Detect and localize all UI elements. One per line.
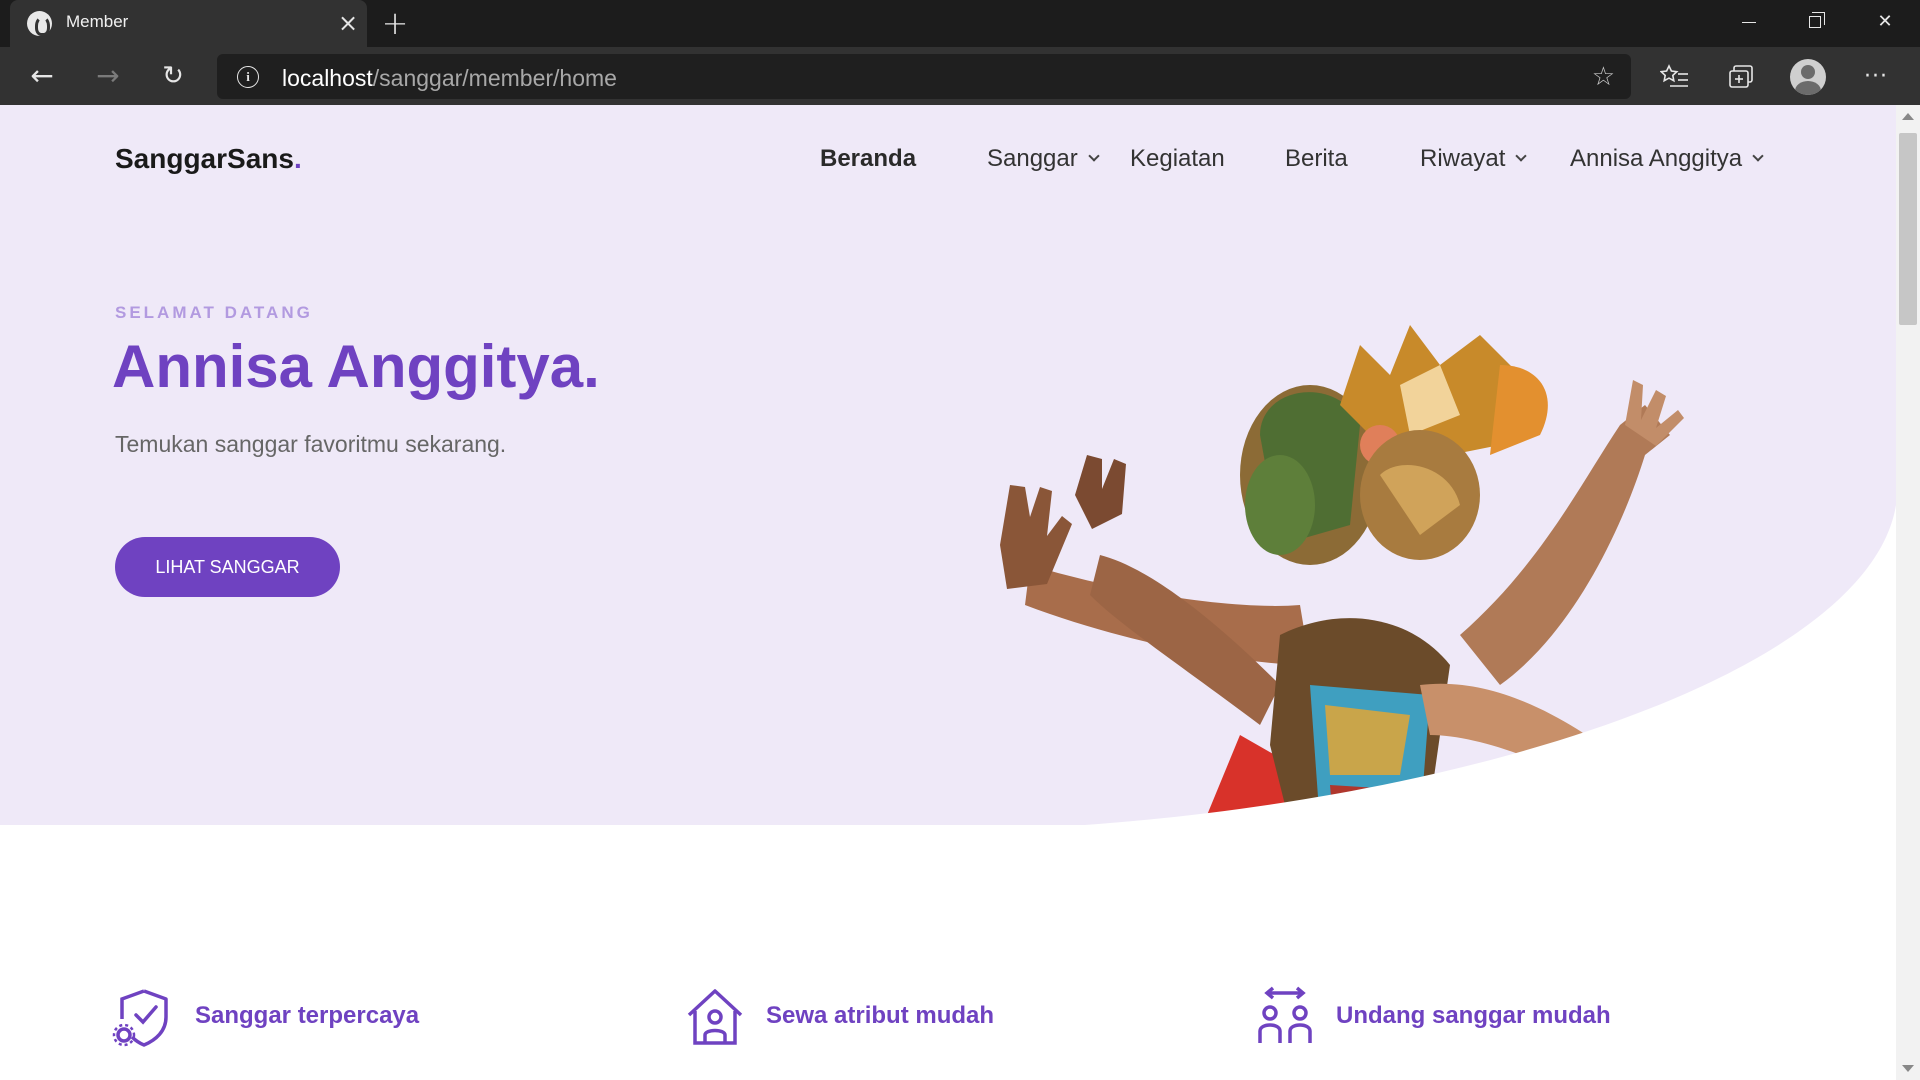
minimize-icon xyxy=(1742,21,1756,23)
nav-riwayat[interactable]: Riwayat xyxy=(1420,145,1528,173)
hero-subtitle: Temukan sanggar favoritmu sekarang. xyxy=(115,431,507,457)
people-arrows-icon xyxy=(1258,986,1312,1043)
feature-label: Undang sanggar mudah xyxy=(1336,1002,1611,1029)
shield-check-icon xyxy=(112,989,168,1047)
house-person-icon xyxy=(687,989,743,1045)
favorites-icon[interactable] xyxy=(1657,59,1693,95)
lihat-sanggar-button[interactable]: LIHAT SANGGAR xyxy=(115,537,340,597)
profile-avatar[interactable] xyxy=(1790,59,1826,95)
reload-button[interactable]: ↻ xyxy=(154,58,192,96)
forward-button[interactable]: → xyxy=(89,58,127,96)
chevron-down-icon xyxy=(1088,150,1100,162)
browser-toolbar: ← → ↻ i localhost/sanggar/member/home ☆ … xyxy=(0,47,1920,105)
browser-tab[interactable]: Member × xyxy=(10,0,367,47)
feature-label: Sanggar terpercaya xyxy=(195,1002,420,1029)
nav-sanggar-label: Sanggar xyxy=(987,145,1078,172)
chevron-down-icon xyxy=(1752,150,1764,162)
more-menu-icon[interactable]: ··· xyxy=(1858,59,1894,95)
page-viewport: SanggarSans. Beranda Sanggar Kegiatan Be… xyxy=(0,105,1896,1080)
hero-wave-shape xyxy=(1085,505,1896,825)
favorite-star-icon[interactable]: ☆ xyxy=(1592,62,1615,92)
hero-eyebrow: SELAMAT DATANG xyxy=(115,303,313,322)
close-window-button[interactable]: ✕ xyxy=(1852,0,1918,47)
chevron-down-icon xyxy=(1515,150,1528,162)
collections-icon[interactable] xyxy=(1722,59,1758,95)
nav-beranda[interactable]: Beranda xyxy=(820,145,916,173)
brand-name: SanggarSans xyxy=(115,143,294,174)
back-button[interactable]: ← xyxy=(23,58,61,96)
nav-user-menu[interactable]: Annisa Anggitya xyxy=(1570,145,1764,173)
site-info-icon[interactable]: i xyxy=(237,66,259,88)
brand-dot: . xyxy=(293,143,302,174)
minimize-button[interactable] xyxy=(1716,0,1782,47)
nav-riwayat-label: Riwayat xyxy=(1420,145,1506,172)
site-favicon-icon xyxy=(27,11,52,36)
address-url[interactable]: localhost/sanggar/member/home xyxy=(282,65,617,92)
close-tab-icon[interactable]: × xyxy=(335,10,361,36)
address-host: localhost xyxy=(282,65,373,91)
address-path: /sanggar/member/home xyxy=(372,65,617,91)
feature-label: Sewa atribut mudah xyxy=(766,1002,995,1029)
nav-sanggar[interactable]: Sanggar xyxy=(987,145,1100,173)
scroll-up-icon[interactable] xyxy=(1902,113,1914,120)
vertical-scrollbar[interactable] xyxy=(1896,105,1920,1080)
hero-title: Annisa Anggitya. xyxy=(112,333,600,400)
nav-berita[interactable]: Berita xyxy=(1285,145,1348,173)
restore-button[interactable] xyxy=(1782,0,1848,47)
nav-kegiatan[interactable]: Kegiatan xyxy=(1130,145,1225,173)
restore-icon xyxy=(1809,12,1825,28)
new-tab-button[interactable]: + xyxy=(380,7,410,39)
scrollbar-thumb[interactable] xyxy=(1899,133,1917,325)
tab-title: Member xyxy=(66,12,129,31)
address-bar[interactable]: i localhost/sanggar/member/home ☆ xyxy=(217,54,1631,99)
scroll-down-icon[interactable] xyxy=(1902,1065,1914,1072)
nav-user-label: Annisa Anggitya xyxy=(1570,145,1743,172)
hero-section: SanggarSans. Beranda Sanggar Kegiatan Be… xyxy=(0,105,1896,825)
brand-logo[interactable]: SanggarSans. xyxy=(115,143,302,175)
tab-strip: Member × + ✕ xyxy=(0,0,1920,47)
